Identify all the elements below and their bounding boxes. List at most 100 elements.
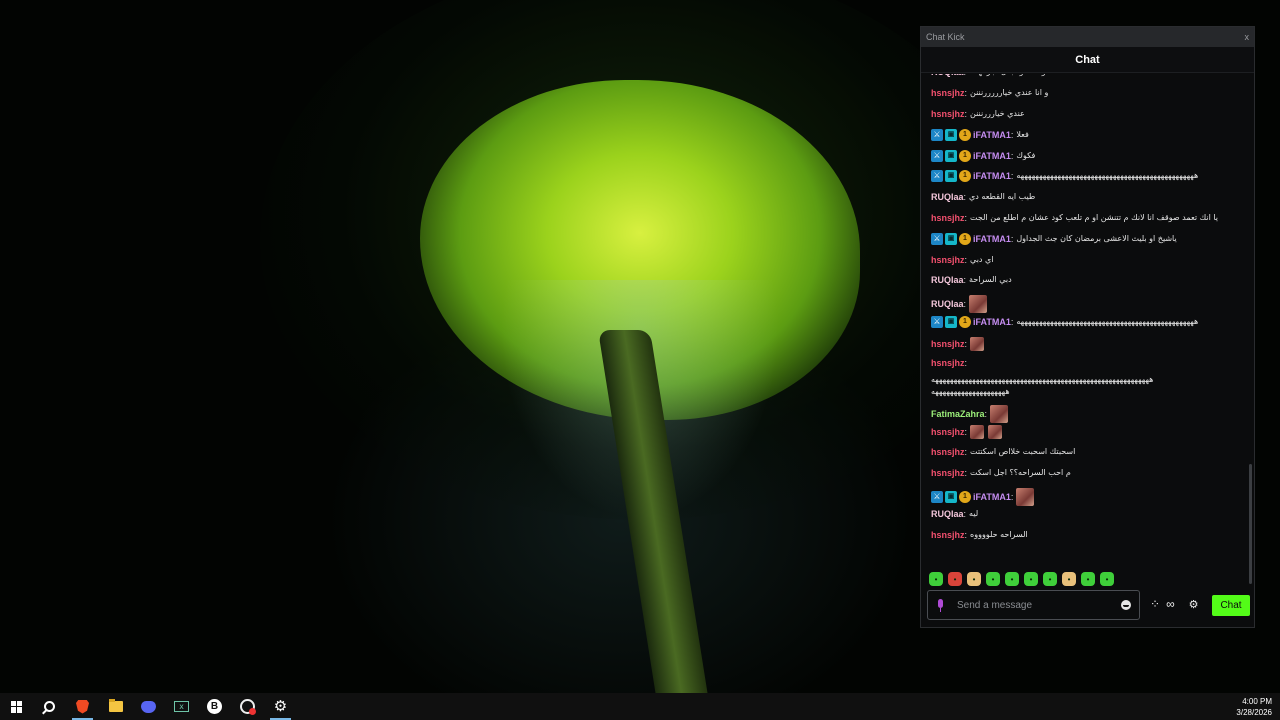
chat-username[interactable]: hsnsjhz bbox=[931, 467, 965, 479]
chat-emote-image bbox=[1016, 488, 1035, 506]
chat-message[interactable]: FatimaZahra: bbox=[931, 405, 1247, 423]
chat-separator: : bbox=[963, 299, 967, 309]
start-button[interactable] bbox=[0, 693, 33, 720]
emote-button[interactable]: • bbox=[1081, 572, 1095, 586]
chat-username[interactable]: iFATMA1 bbox=[973, 491, 1011, 503]
recorder-icon bbox=[240, 699, 256, 715]
chat-message[interactable]: hsnsjhz: اسحبتك اسحبت خلااص اسكتتت bbox=[931, 446, 1247, 458]
message-input[interactable] bbox=[957, 599, 1121, 611]
chat-username[interactable]: RUQIaa bbox=[931, 298, 964, 310]
emote-button[interactable]: • bbox=[1062, 572, 1076, 586]
emote-button[interactable]: • bbox=[929, 572, 943, 586]
taskbar-b-app[interactable]: B bbox=[198, 693, 231, 720]
chat-message-text: هههههههههههههههههههههههههههههههههههههههه… bbox=[931, 375, 1154, 384]
system-clock[interactable]: 4:00 PM 3/28/2026 bbox=[1236, 693, 1272, 720]
chat-message[interactable]: ⚔ ▣ 1 iFATMA1: bbox=[931, 488, 1247, 506]
chat-username[interactable]: hsnsjhz bbox=[931, 87, 965, 99]
emote-button[interactable]: • bbox=[948, 572, 962, 586]
chat-username[interactable]: hsnsjhz bbox=[931, 529, 965, 541]
message-list[interactable]: RUQIaa:والله كود بكل اجزائها لا hsnsjhz:و… bbox=[921, 74, 1254, 590]
chat-username[interactable]: iFATMA1 bbox=[973, 233, 1011, 245]
chat-username[interactable]: RUQIaa bbox=[931, 74, 964, 78]
chat-message[interactable]: hsnsjhz: bbox=[931, 357, 1247, 369]
emote-button[interactable]: • bbox=[986, 572, 1000, 586]
chat-message[interactable]: hsnsjhz: عندي خيارررنننن bbox=[931, 108, 1247, 120]
chat-message[interactable]: هههههههههههههههههههههههههههههههههههههههه… bbox=[931, 374, 1247, 386]
chat-username[interactable]: hsnsjhz bbox=[931, 446, 965, 458]
chat-username[interactable]: hsnsjhz bbox=[931, 212, 965, 224]
chat-username[interactable]: hsnsjhz bbox=[931, 357, 965, 369]
chat-username[interactable]: hsnsjhz bbox=[931, 108, 965, 120]
message-list-scrollbar[interactable] bbox=[1249, 464, 1252, 584]
chat-message[interactable]: ⚔ ▣ 1 iFATMA1: ياشيخ او بليث الاعشى برمضان ك… bbox=[931, 233, 1247, 245]
chat-message[interactable]: hsnsjhz: و انا عندي خيارررررنننن bbox=[931, 87, 1247, 99]
emote-button[interactable]: • bbox=[967, 572, 981, 586]
chat-message[interactable]: RUQIaa: طيب ايه القطعه دي bbox=[931, 191, 1247, 203]
chat-message[interactable]: ⚔ ▣ 1 iFATMA1: فعلا bbox=[931, 129, 1247, 141]
close-icon[interactable]: x bbox=[1245, 32, 1250, 42]
message-input-box[interactable] bbox=[927, 590, 1140, 620]
chat-message[interactable]: ههههههههههههههههههههه bbox=[931, 386, 1247, 398]
chat-message[interactable]: hsnsjhz: السراحه حلووووه bbox=[931, 529, 1247, 541]
chat-username[interactable]: RUQIaa bbox=[931, 274, 964, 286]
chat-separator: : bbox=[964, 427, 968, 437]
window-titlebar[interactable]: Chat Kick x bbox=[921, 27, 1254, 47]
settings-icon: ⚙ bbox=[273, 698, 288, 715]
send-chat-button[interactable]: Chat bbox=[1212, 595, 1250, 616]
chat-message[interactable]: hsnsjhz: bbox=[931, 425, 1247, 439]
chat-emote-image bbox=[969, 295, 988, 313]
microphone-icon[interactable] bbox=[936, 598, 945, 612]
chat-username[interactable]: iFATMA1 bbox=[973, 150, 1011, 162]
taskbar-search[interactable] bbox=[33, 693, 66, 720]
sword-badge-icon: ⚔ bbox=[931, 170, 943, 182]
chat-message[interactable]: hsnsjhz: يا انك تعمد صوقف انا لانك م تتنش… bbox=[931, 212, 1247, 224]
taskbar-brave[interactable] bbox=[66, 693, 99, 720]
chat-username[interactable]: hsnsjhz bbox=[931, 338, 965, 350]
chat-message[interactable]: RUQIaa:والله كود بكل اجزائها لا bbox=[931, 74, 1247, 78]
taskbar-discord[interactable] bbox=[132, 693, 165, 720]
chat-username[interactable]: FatimaZahra bbox=[931, 408, 985, 420]
taskbar-settings[interactable]: ⚙ bbox=[264, 693, 297, 720]
sword-badge-icon: ⚔ bbox=[931, 491, 943, 503]
chat-username[interactable]: iFATMA1 bbox=[973, 170, 1011, 182]
chat-separator: : bbox=[964, 109, 968, 119]
chat-username[interactable]: iFATMA1 bbox=[973, 129, 1011, 141]
chat-message[interactable]: hsnsjhz: اي دبي bbox=[931, 254, 1247, 266]
taskbar-file-explorer[interactable] bbox=[99, 693, 132, 720]
chat-message[interactable]: hsnsjhz: م احب السراحه؟؟ اجل اسكت bbox=[931, 467, 1247, 479]
taskbar-terminal[interactable]: x bbox=[165, 693, 198, 720]
chat-message[interactable]: RUQIaa: bbox=[931, 295, 1247, 313]
sub-badge-icon: 1 bbox=[959, 170, 971, 182]
emoji-picker-icon[interactable] bbox=[1121, 600, 1131, 610]
chat-message[interactable]: hsnsjhz: bbox=[931, 337, 1247, 351]
vip-badge-icon: ▣ bbox=[945, 233, 957, 245]
emote-button[interactable]: • bbox=[1005, 572, 1019, 586]
chat-username[interactable]: RUQIaa bbox=[931, 508, 964, 520]
chat-message[interactable]: ⚔ ▣ 1 iFATMA1: فكوك bbox=[931, 150, 1247, 162]
chat-message[interactable]: ⚔ ▣ 1 iFATMA1: ههههههههههههههههههههههههههههه… bbox=[931, 170, 1247, 182]
chat-message-text: هههههههههههههههههههههههههههههههههههههههه… bbox=[1016, 317, 1199, 326]
chat-window: Chat Kick x Chat RUQIaa:والله كود بكل اج… bbox=[920, 26, 1255, 628]
kicks-icon[interactable]: ⁘ bbox=[1150, 597, 1160, 611]
taskbar-recorder[interactable] bbox=[231, 693, 264, 720]
chat-username[interactable]: RUQIaa bbox=[931, 191, 964, 203]
emote-button[interactable]: • bbox=[1043, 572, 1057, 586]
chat-username[interactable]: iFATMA1 bbox=[973, 316, 1011, 328]
search-icon bbox=[44, 701, 55, 712]
chat-separator: : bbox=[964, 74, 967, 78]
emote-button[interactable]: • bbox=[1024, 572, 1038, 586]
chat-username[interactable]: hsnsjhz bbox=[931, 254, 965, 266]
chat-message[interactable]: ⚔ ▣ 1 iFATMA1: ههههههههههههههههههههههههههههه… bbox=[931, 316, 1247, 328]
chat-message[interactable]: RUQIaa: ليه bbox=[931, 508, 1247, 520]
gear-icon[interactable]: ⚙ bbox=[1189, 598, 1199, 611]
chat-message[interactable]: RUQIaa: دبي السراحة bbox=[931, 274, 1247, 286]
chat-header-title: Chat bbox=[1075, 53, 1100, 66]
chat-username[interactable]: hsnsjhz bbox=[931, 426, 965, 438]
kicks-balance[interactable]: ∞ bbox=[1166, 597, 1175, 611]
chat-message-text: ليه bbox=[969, 509, 979, 518]
sub-badge-icon: 1 bbox=[959, 316, 971, 328]
chat-message-text: عندي خيارررنننن bbox=[970, 109, 1025, 118]
emote-button[interactable]: • bbox=[1100, 572, 1114, 586]
chat-separator: : bbox=[1010, 492, 1014, 502]
chat-separator: : bbox=[964, 468, 968, 478]
